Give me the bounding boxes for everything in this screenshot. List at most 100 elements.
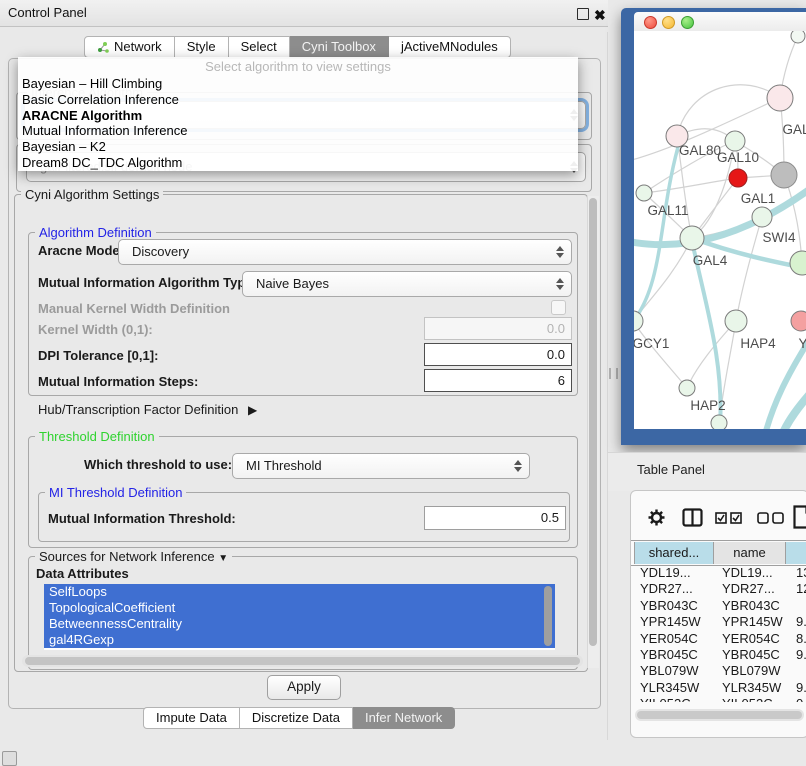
mi-threshold-field[interactable]: 0.5 <box>424 506 566 530</box>
table-panel-card: shared... name YDL19... YDL19... 13 YDR2… <box>630 490 806 738</box>
node-right-green[interactable] <box>790 251 806 275</box>
split-pane-grip[interactable] <box>609 368 618 379</box>
network-view-window[interactable]: GAL GAL80 GAL10 GAL1 GAL11 SWI4 GAL4 GCY… <box>621 8 806 445</box>
apply-button[interactable]: Apply <box>267 675 341 700</box>
which-threshold-label: Which threshold to use: <box>84 457 232 472</box>
attribute-list-item[interactable]: TopologicalCoefficient <box>44 600 555 616</box>
table-horizontal-scrollbar[interactable] <box>635 709 804 721</box>
minimize-traffic-light-icon[interactable] <box>662 16 675 29</box>
dpi-tolerance-field[interactable]: 0.0 <box>424 343 572 366</box>
attribute-list-item[interactable]: SelfLoops <box>44 584 555 600</box>
tab-infer-network[interactable]: Infer Network <box>353 707 455 729</box>
attribute-list-item[interactable]: gal4RGexp <box>44 632 555 648</box>
node-red[interactable] <box>729 169 747 187</box>
table-row[interactable]: YPR145W YPR145W 9. <box>634 614 806 630</box>
attribute-list-item[interactable]: BetweennessCentrality <box>44 616 555 632</box>
column-header-name[interactable]: name <box>713 542 785 564</box>
tab-style[interactable]: Style <box>175 36 229 58</box>
settings-vertical-scrollbar[interactable] <box>587 196 599 668</box>
float-window-icon[interactable] <box>577 8 589 20</box>
mi-algorithm-type-combobox[interactable]: Naive Bayes <box>242 271 572 297</box>
deselect-all-icon[interactable] <box>757 512 784 524</box>
label-gal1: GAL1 <box>741 191 776 206</box>
table-header-row: shared... name <box>631 540 806 566</box>
node-partial-top[interactable] <box>791 31 805 43</box>
table-body: YDL19... YDL19... 13 YDR27... YDR27... 1… <box>634 565 806 702</box>
kernel-width-value: 0.0 <box>547 318 565 339</box>
label-gal-partial: GAL <box>782 122 806 137</box>
chevron-down-icon: ▼ <box>218 553 228 564</box>
table-row[interactable]: YBR043C YBR043C <box>634 598 806 614</box>
select-all-icon[interactable] <box>715 512 742 524</box>
tab-cyni-toolbox[interactable]: Cyni Toolbox <box>290 36 389 58</box>
hub-definition-toggle[interactable]: Hub/Transcription Factor Definition ▶ <box>38 402 257 417</box>
node-gray[interactable] <box>771 162 797 188</box>
kernel-width-field[interactable]: 0.0 <box>424 317 572 340</box>
combo-stepper-icon <box>556 277 564 291</box>
node-swi4[interactable] <box>752 207 772 227</box>
node-gal4[interactable] <box>680 226 704 250</box>
algorithm-option[interactable]: Dream8 DC_TDC Algorithm <box>18 155 578 171</box>
node-gal10[interactable] <box>725 131 745 151</box>
tab-jactivemnodules[interactable]: jActiveMNodules <box>389 36 511 58</box>
mi-steps-label: Mutual Information Steps: <box>38 374 198 389</box>
node-gal-partial[interactable] <box>767 85 793 111</box>
sources-group-title[interactable]: Sources for Network Inference ▼ <box>35 550 232 566</box>
label-hap4: HAP4 <box>740 336 776 351</box>
algorithm-option[interactable]: Mutual Information Inference <box>18 123 578 139</box>
panel-title: Control Panel <box>8 0 87 26</box>
tab-select[interactable]: Select <box>229 36 290 58</box>
network-window-titlebar[interactable] <box>634 12 806 32</box>
column-header-partial[interactable] <box>785 542 806 564</box>
tab-discretize-data[interactable]: Discretize Data <box>240 707 353 729</box>
settings-horizontal-scrollbar[interactable] <box>22 655 583 667</box>
attributes-list-scrollbar-thumb[interactable] <box>544 586 552 646</box>
network-canvas[interactable]: GAL GAL80 GAL10 GAL1 GAL11 SWI4 GAL4 GCY… <box>634 31 806 429</box>
aracne-mode-combobox[interactable]: Discovery <box>118 239 572 265</box>
table-row[interactable]: YDL19... YDL19... 13 <box>634 565 806 581</box>
column-header-shared[interactable]: shared... <box>634 542 713 564</box>
label-y-partial: Y <box>798 336 806 351</box>
table-horizontal-scrollbar-thumb[interactable] <box>637 711 802 719</box>
aracne-mode-label: Aracne Mode: <box>38 243 124 258</box>
algorithm-option[interactable]: ARACNE Algorithm <box>18 108 578 124</box>
zoom-traffic-light-icon[interactable] <box>681 16 694 29</box>
table-row[interactable]: YIL052C YIL052C 0. <box>634 696 806 702</box>
node-hap4[interactable] <box>725 310 747 332</box>
gear-icon[interactable] <box>647 508 666 527</box>
new-table-icon[interactable] <box>793 505 806 529</box>
mi-steps-field[interactable]: 6 <box>424 369 572 392</box>
settings-horizontal-scrollbar-thumb[interactable] <box>25 657 580 665</box>
cyni-algorithm-settings-title: Cyni Algorithm Settings <box>21 188 163 202</box>
dock-panel-icon[interactable] <box>2 751 17 766</box>
columns-icon[interactable] <box>682 508 703 527</box>
settings-vertical-scrollbar-thumb[interactable] <box>589 198 597 646</box>
close-icon[interactable]: ✖ <box>594 3 606 27</box>
label-gal10: GAL10 <box>717 150 759 165</box>
table-row[interactable]: YBL079W YBL079W <box>634 663 806 679</box>
node-pink-right[interactable] <box>791 311 806 331</box>
tab-impute-data[interactable]: Impute Data <box>143 707 240 729</box>
tab-network[interactable]: Network <box>84 36 175 58</box>
table-row[interactable]: YER054C YER054C 8. <box>634 631 806 647</box>
node-hap2[interactable] <box>679 380 695 396</box>
node-gal11[interactable] <box>636 185 652 201</box>
node-partial-bottom[interactable] <box>711 415 727 429</box>
label-gal11: GAL11 <box>647 203 688 218</box>
close-traffic-light-icon[interactable] <box>644 16 657 29</box>
table-row[interactable]: YLR345W YLR345W 9. <box>634 680 806 696</box>
table-panel-header: Table Panel <box>608 452 806 491</box>
algorithm-option[interactable]: Bayesian – K2 <box>18 139 578 155</box>
algorithm-option[interactable]: Basic Correlation Inference <box>18 92 578 108</box>
data-attributes-list: SelfLoopsTopologicalCoefficientBetweenne… <box>44 584 555 650</box>
table-row[interactable]: YBR045C YBR045C 9. <box>634 647 806 663</box>
label-gal4: GAL4 <box>693 253 728 268</box>
label-hap2: HAP2 <box>690 398 725 413</box>
node-gcy1[interactable] <box>634 311 643 331</box>
table-row[interactable]: YDR27... YDR27... 12 <box>634 581 806 597</box>
algorithm-option[interactable]: Bayesian – Hill Climbing <box>18 76 578 92</box>
aracne-mode-value: Discovery <box>132 240 189 264</box>
manual-kernel-width-checkbox[interactable] <box>551 300 566 315</box>
manual-kernel-width-label: Manual Kernel Width Definition <box>38 301 230 316</box>
which-threshold-combobox[interactable]: MI Threshold <box>232 453 530 479</box>
